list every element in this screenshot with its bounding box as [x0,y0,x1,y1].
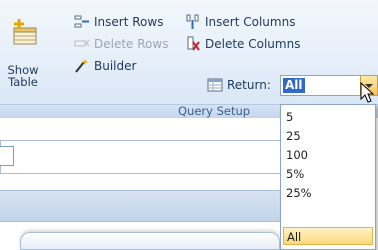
insert-columns-icon [186,14,199,29]
delete-columns-label: Delete Columns [205,37,301,51]
insert-rows-icon [74,15,89,28]
return-option[interactable]: 25 [283,127,373,145]
return-label: Return: [207,76,271,94]
return-values-icon [207,78,223,92]
delete-rows-button[interactable]: Delete Rows [74,35,168,53]
query-grid-area [0,140,290,174]
return-option[interactable]: 100 [283,146,373,164]
builder-label: Builder [94,59,137,73]
insert-columns-label: Insert Columns [205,15,296,29]
return-options-list: 5 25 100 5% 25% All [280,104,376,250]
insert-rows-button[interactable]: Insert Rows [74,13,163,31]
return-label-text: Return: [227,78,271,92]
return-option-selected[interactable]: All [283,227,373,245]
delete-rows-icon [74,39,90,47]
object-tabs-band [0,190,290,222]
insert-rows-label: Insert Rows [94,15,164,29]
delete-rows-label: Delete Rows [94,37,169,51]
return-dropdown-value: All [283,78,305,93]
field-cell[interactable] [0,146,14,166]
show-table-icon [13,19,37,45]
builder-wand-icon [75,59,88,73]
show-table-label: Show Table [7,63,39,89]
insert-columns-button[interactable]: Insert Columns [185,13,295,31]
group-caption: Query Setup [178,104,251,118]
return-option[interactable]: 25% [283,184,373,202]
builder-button[interactable]: Builder [74,57,136,75]
show-table-button[interactable]: Show Table [4,16,42,102]
mouse-pointer-icon [360,82,375,103]
document-tab[interactable] [20,232,280,250]
return-option[interactable]: 5 [283,108,373,126]
delete-columns-button[interactable]: Delete Columns [185,35,300,53]
delete-columns-icon [187,36,200,51]
return-option[interactable]: 5% [283,165,373,183]
